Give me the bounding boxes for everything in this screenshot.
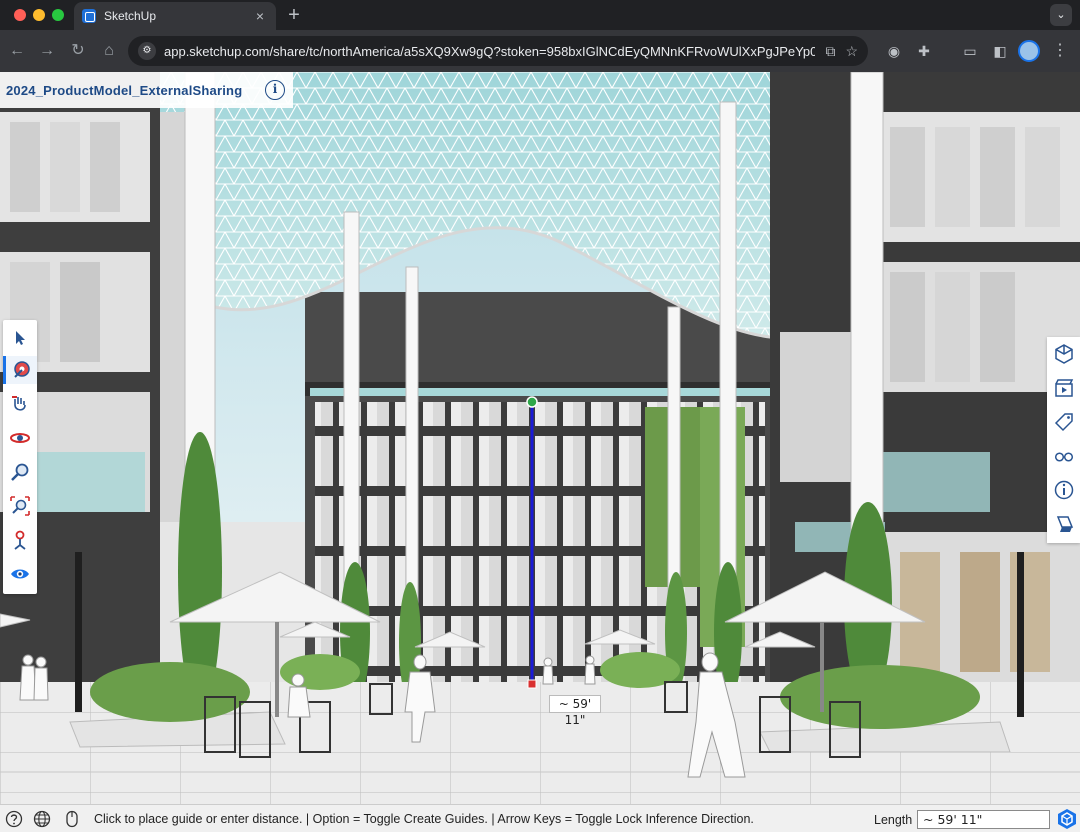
cast-icon[interactable]: ▭	[960, 41, 980, 61]
forward-button[interactable]: →	[36, 40, 58, 62]
browser-tab-sketchup[interactable]: SketchUp ×	[74, 2, 276, 30]
side-panel-icon[interactable]: ◧	[990, 41, 1010, 61]
zoom-tool-icon[interactable]	[6, 458, 34, 486]
length-input[interactable]: ~ 59' 11"	[917, 810, 1050, 829]
help-icon[interactable]	[4, 809, 24, 829]
tab-title: SketchUp	[104, 9, 157, 23]
sketchup-logo-icon	[1056, 808, 1078, 830]
scenes-panel-icon[interactable]	[1050, 374, 1078, 402]
select-tool-icon[interactable]	[6, 324, 34, 352]
extensions-puzzle-icon[interactable]: ✚	[914, 41, 934, 61]
model-info-icon[interactable]: i	[265, 80, 285, 100]
length-label: Length	[874, 813, 913, 827]
zoom-extents-tool-icon[interactable]	[6, 492, 34, 520]
model-title: 2024_ProductModel_ExternalSharing	[6, 82, 243, 98]
new-tab-button[interactable]: +	[284, 4, 304, 26]
address-bar[interactable]: ⚙ app.sketchup.com/share/tc/northAmerica…	[128, 36, 868, 66]
tab-close-button[interactable]: ×	[252, 8, 268, 24]
home-button[interactable]: ⌂	[98, 40, 120, 62]
tab-search-button[interactable]: ⌄	[1050, 4, 1072, 26]
pan-tool-icon[interactable]	[6, 390, 34, 418]
browser-menu-icon[interactable]: ⋮	[1050, 41, 1070, 61]
model-title-panel: 2024_ProductModel_ExternalSharing i	[0, 72, 293, 108]
language-globe-icon[interactable]	[32, 809, 52, 829]
profile-avatar[interactable]	[1018, 40, 1040, 62]
status-hint-text: Click to place guide or enter distance. …	[94, 812, 754, 826]
status-bar: Click to place guide or enter distance. …	[0, 804, 1080, 832]
orbit-tool-icon[interactable]	[6, 424, 34, 452]
back-button[interactable]: ←	[6, 40, 28, 62]
browser-tab-strip: SketchUp × + ⌄	[0, 0, 1080, 30]
right-panel-toolbar	[1047, 337, 1080, 543]
measurement-tooltip: ~ 59' 11"	[549, 695, 601, 727]
camera-extension-icon[interactable]: ◉	[884, 41, 904, 61]
styles-panel-icon[interactable]	[1050, 510, 1078, 538]
mouse-input-icon[interactable]	[62, 809, 82, 829]
window-close-button[interactable]	[14, 9, 26, 21]
look-around-tool-icon[interactable]	[6, 560, 34, 588]
url-text: app.sketchup.com/share/tc/northAmerica/a…	[164, 43, 816, 59]
sketchup-favicon-icon	[82, 9, 96, 23]
reload-button[interactable]: ↻	[67, 40, 89, 62]
install-app-icon[interactable]: ⧉	[825, 43, 835, 60]
site-info-icon[interactable]: ⚙	[138, 42, 156, 60]
views-panel-icon[interactable]	[1050, 340, 1078, 368]
window-minimize-button[interactable]	[33, 9, 45, 21]
atrium-scene	[0, 72, 1080, 804]
display-panel-icon[interactable]	[1050, 442, 1078, 470]
window-maximize-button[interactable]	[52, 9, 64, 21]
tape-measure-tool-icon[interactable]	[3, 356, 37, 384]
left-tool-palette	[3, 320, 37, 594]
entity-info-panel-icon[interactable]	[1050, 476, 1078, 504]
tags-panel-icon[interactable]	[1050, 408, 1078, 436]
browser-toolbar: ← → ↻ ⌂ ⚙ app.sketchup.com/share/tc/nort…	[0, 30, 1080, 72]
position-camera-tool-icon[interactable]	[6, 526, 34, 554]
bookmark-star-icon[interactable]: ☆	[845, 43, 858, 60]
model-viewport[interactable]	[0, 72, 1080, 804]
